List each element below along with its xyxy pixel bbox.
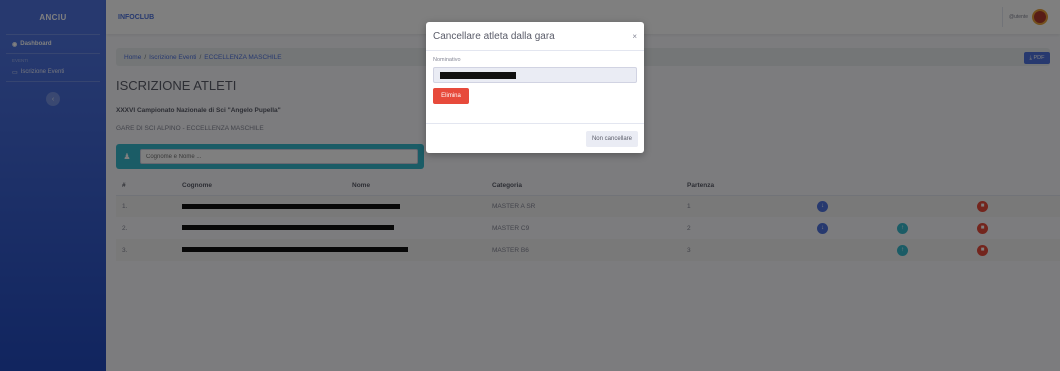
close-icon[interactable]: × xyxy=(632,32,637,41)
modal-footer: Non cancellare xyxy=(426,123,644,153)
delete-button[interactable]: Elimina xyxy=(433,88,469,104)
nominativo-field xyxy=(433,67,637,83)
nominativo-label: Nominativo xyxy=(433,57,461,63)
cancel-button[interactable]: Non cancellare xyxy=(585,130,638,147)
modal-header: Cancellare atleta dalla gara × xyxy=(426,22,644,51)
modal-title: Cancellare atleta dalla gara xyxy=(433,30,555,42)
modal-body: Nominativo Elimina xyxy=(426,51,644,104)
delete-athlete-modal: Cancellare atleta dalla gara × Nominativ… xyxy=(426,22,644,153)
redaction-bar xyxy=(440,71,516,79)
